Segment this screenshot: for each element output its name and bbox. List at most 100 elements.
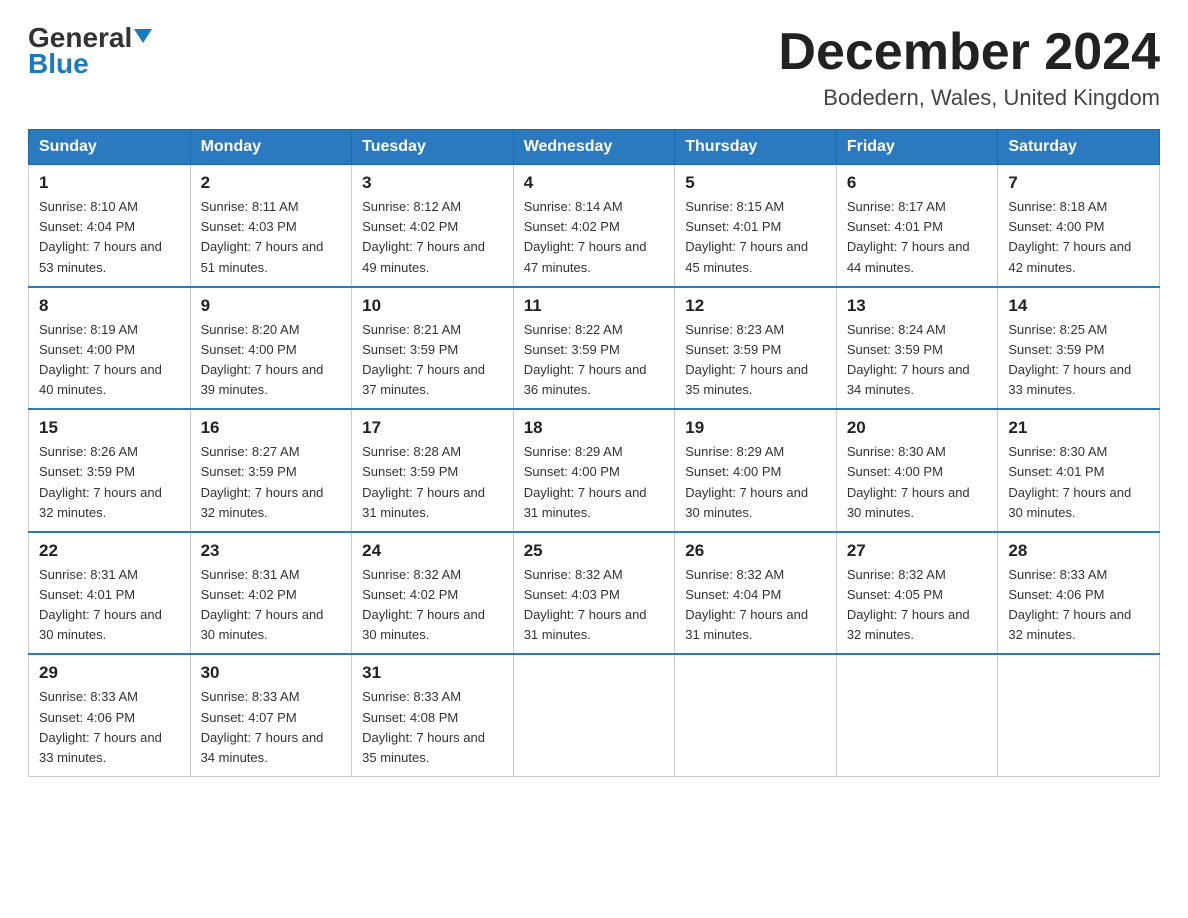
day-number: 27 [847, 541, 988, 561]
calendar-cell [675, 654, 837, 776]
day-info: Sunrise: 8:19 AMSunset: 4:00 PMDaylight:… [39, 320, 180, 401]
calendar-cell: 4 Sunrise: 8:14 AMSunset: 4:02 PMDaylight… [513, 165, 675, 287]
calendar-week-row: 29 Sunrise: 8:33 AMSunset: 4:06 PMDayligh… [29, 654, 1160, 776]
day-info: Sunrise: 8:29 AMSunset: 4:00 PMDaylight:… [685, 442, 826, 523]
day-info: Sunrise: 8:32 AMSunset: 4:02 PMDaylight:… [362, 565, 503, 646]
day-info: Sunrise: 8:21 AMSunset: 3:59 PMDaylight:… [362, 320, 503, 401]
day-number: 8 [39, 296, 180, 316]
day-info: Sunrise: 8:23 AMSunset: 3:59 PMDaylight:… [685, 320, 826, 401]
day-number: 9 [201, 296, 342, 316]
day-info: Sunrise: 8:10 AMSunset: 4:04 PMDaylight:… [39, 197, 180, 278]
day-info: Sunrise: 8:24 AMSunset: 3:59 PMDaylight:… [847, 320, 988, 401]
day-number: 12 [685, 296, 826, 316]
day-info: Sunrise: 8:29 AMSunset: 4:00 PMDaylight:… [524, 442, 665, 523]
calendar-header-monday: Monday [190, 130, 352, 165]
calendar-cell: 12 Sunrise: 8:23 AMSunset: 3:59 PMDayligh… [675, 287, 837, 410]
day-info: Sunrise: 8:31 AMSunset: 4:02 PMDaylight:… [201, 565, 342, 646]
calendar-cell: 9Sunrise: 8:20 AMSunset: 4:00 PMDaylight… [190, 287, 352, 410]
day-number: 7 [1008, 173, 1149, 193]
calendar-header-wednesday: Wednesday [513, 130, 675, 165]
day-number: 4 [524, 173, 665, 193]
day-info: Sunrise: 8:30 AMSunset: 4:01 PMDaylight:… [1008, 442, 1149, 523]
day-number: 23 [201, 541, 342, 561]
day-info: Sunrise: 8:26 AMSunset: 3:59 PMDaylight:… [39, 442, 180, 523]
calendar-cell: 19Sunrise: 8:29 AMSunset: 4:00 PMDayligh… [675, 409, 837, 532]
location-title: Bodedern, Wales, United Kingdom [778, 85, 1160, 111]
day-number: 3 [362, 173, 503, 193]
calendar-week-row: 15Sunrise: 8:26 AMSunset: 3:59 PMDayligh… [29, 409, 1160, 532]
day-number: 20 [847, 418, 988, 438]
calendar-cell: 18Sunrise: 8:29 AMSunset: 4:00 PMDayligh… [513, 409, 675, 532]
calendar-cell: 26 Sunrise: 8:32 AMSunset: 4:04 PMDayligh… [675, 532, 837, 655]
calendar-cell: 24Sunrise: 8:32 AMSunset: 4:02 PMDayligh… [352, 532, 514, 655]
day-info: Sunrise: 8:17 AMSunset: 4:01 PMDaylight:… [847, 197, 988, 278]
calendar-header-row: SundayMondayTuesdayWednesdayThursdayFrid… [29, 130, 1160, 165]
calendar-cell: 31Sunrise: 8:33 AMSunset: 4:08 PMDayligh… [352, 654, 514, 776]
calendar-cell: 5 Sunrise: 8:15 AMSunset: 4:01 PMDaylight… [675, 165, 837, 287]
day-number: 11 [524, 296, 665, 316]
calendar-cell: 6 Sunrise: 8:17 AMSunset: 4:01 PMDaylight… [836, 165, 998, 287]
day-number: 22 [39, 541, 180, 561]
calendar-week-row: 22Sunrise: 8:31 AMSunset: 4:01 PMDayligh… [29, 532, 1160, 655]
calendar-cell: 20 Sunrise: 8:30 AMSunset: 4:00 PMDayligh… [836, 409, 998, 532]
calendar-cell [998, 654, 1160, 776]
day-number: 14 [1008, 296, 1149, 316]
day-info: Sunrise: 8:33 AMSunset: 4:06 PMDaylight:… [39, 687, 180, 768]
logo-blue: Blue [28, 48, 89, 80]
day-number: 6 [847, 173, 988, 193]
day-number: 17 [362, 418, 503, 438]
day-number: 30 [201, 663, 342, 683]
day-number: 26 [685, 541, 826, 561]
calendar-header-sunday: Sunday [29, 130, 191, 165]
day-info: Sunrise: 8:15 AMSunset: 4:01 PMDaylight:… [685, 197, 826, 278]
calendar-cell: 13 Sunrise: 8:24 AMSunset: 3:59 PMDayligh… [836, 287, 998, 410]
calendar-cell: 7 Sunrise: 8:18 AMSunset: 4:00 PMDaylight… [998, 165, 1160, 287]
day-info: Sunrise: 8:14 AMSunset: 4:02 PMDaylight:… [524, 197, 665, 278]
day-number: 2 [201, 173, 342, 193]
day-info: Sunrise: 8:28 AMSunset: 3:59 PMDaylight:… [362, 442, 503, 523]
calendar-cell: 17 Sunrise: 8:28 AMSunset: 3:59 PMDayligh… [352, 409, 514, 532]
calendar-cell: 23 Sunrise: 8:31 AMSunset: 4:02 PMDayligh… [190, 532, 352, 655]
calendar-header-friday: Friday [836, 130, 998, 165]
day-number: 1 [39, 173, 180, 193]
calendar-cell: 29 Sunrise: 8:33 AMSunset: 4:06 PMDayligh… [29, 654, 191, 776]
calendar-cell: 3 Sunrise: 8:12 AMSunset: 4:02 PMDaylight… [352, 165, 514, 287]
day-info: Sunrise: 8:18 AMSunset: 4:00 PMDaylight:… [1008, 197, 1149, 278]
calendar-header-thursday: Thursday [675, 130, 837, 165]
calendar-cell: 25Sunrise: 8:32 AMSunset: 4:03 PMDayligh… [513, 532, 675, 655]
logo: General Blue [28, 24, 152, 80]
calendar-week-row: 1 Sunrise: 8:10 AMSunset: 4:04 PMDaylight… [29, 165, 1160, 287]
calendar-cell [513, 654, 675, 776]
day-info: Sunrise: 8:33 AMSunset: 4:07 PMDaylight:… [201, 687, 342, 768]
calendar-cell: 14Sunrise: 8:25 AMSunset: 3:59 PMDayligh… [998, 287, 1160, 410]
day-number: 29 [39, 663, 180, 683]
logo-triangle-icon [134, 29, 152, 43]
calendar-cell: 22Sunrise: 8:31 AMSunset: 4:01 PMDayligh… [29, 532, 191, 655]
day-info: Sunrise: 8:11 AMSunset: 4:03 PMDaylight:… [201, 197, 342, 278]
title-block: December 2024 Bodedern, Wales, United Ki… [778, 24, 1160, 111]
day-number: 25 [524, 541, 665, 561]
day-number: 28 [1008, 541, 1149, 561]
day-info: Sunrise: 8:33 AMSunset: 4:06 PMDaylight:… [1008, 565, 1149, 646]
calendar-cell: 27 Sunrise: 8:32 AMSunset: 4:05 PMDayligh… [836, 532, 998, 655]
day-number: 21 [1008, 418, 1149, 438]
day-number: 13 [847, 296, 988, 316]
calendar-cell: 8 Sunrise: 8:19 AMSunset: 4:00 PMDaylight… [29, 287, 191, 410]
day-number: 5 [685, 173, 826, 193]
calendar-cell: 1 Sunrise: 8:10 AMSunset: 4:04 PMDaylight… [29, 165, 191, 287]
day-info: Sunrise: 8:33 AMSunset: 4:08 PMDaylight:… [362, 687, 503, 768]
month-title: December 2024 [778, 24, 1160, 81]
calendar-week-row: 8 Sunrise: 8:19 AMSunset: 4:00 PMDaylight… [29, 287, 1160, 410]
day-number: 10 [362, 296, 503, 316]
day-info: Sunrise: 8:12 AMSunset: 4:02 PMDaylight:… [362, 197, 503, 278]
calendar-table: SundayMondayTuesdayWednesdayThursdayFrid… [28, 129, 1160, 777]
calendar-cell: 15Sunrise: 8:26 AMSunset: 3:59 PMDayligh… [29, 409, 191, 532]
day-info: Sunrise: 8:32 AMSunset: 4:05 PMDaylight:… [847, 565, 988, 646]
calendar-cell: 11Sunrise: 8:22 AMSunset: 3:59 PMDayligh… [513, 287, 675, 410]
calendar-cell [836, 654, 998, 776]
calendar-cell: 16Sunrise: 8:27 AMSunset: 3:59 PMDayligh… [190, 409, 352, 532]
day-info: Sunrise: 8:32 AMSunset: 4:04 PMDaylight:… [685, 565, 826, 646]
day-info: Sunrise: 8:27 AMSunset: 3:59 PMDaylight:… [201, 442, 342, 523]
calendar-cell: 21 Sunrise: 8:30 AMSunset: 4:01 PMDayligh… [998, 409, 1160, 532]
day-info: Sunrise: 8:30 AMSunset: 4:00 PMDaylight:… [847, 442, 988, 523]
